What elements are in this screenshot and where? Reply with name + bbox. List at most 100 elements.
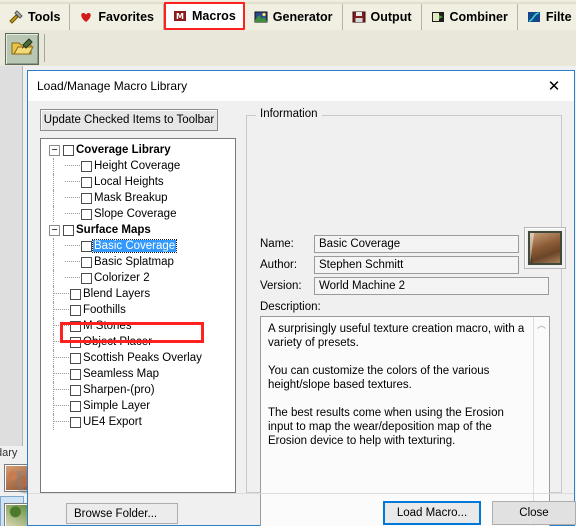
close-button[interactable]: Close	[492, 501, 576, 525]
menu-item-filter[interactable]: Filte	[517, 4, 576, 30]
svg-text:M: M	[176, 12, 184, 21]
tree-item-label: Object Placer	[83, 336, 153, 348]
menu-item-combiner[interactable]: Combiner	[421, 4, 518, 30]
tree-item[interactable]: Foothills	[41, 302, 235, 318]
tree-item-checkbox[interactable]	[70, 384, 81, 396]
tree-expander-icon[interactable]: −	[49, 145, 60, 156]
tree-item[interactable]: Seamless Map	[41, 366, 235, 382]
tree-item[interactable]: Basic Splatmap	[41, 254, 235, 270]
menu-item-generator[interactable]: Generator	[244, 4, 343, 30]
open-folder-pencil-icon	[10, 37, 34, 61]
tree-item-label: M Stones	[83, 320, 132, 332]
tree-item[interactable]: Colorizer 2	[41, 270, 235, 286]
tree-item[interactable]: Simple Layer	[41, 398, 235, 414]
information-legend: Information	[256, 108, 322, 120]
tree-item[interactable]: Scottish Peaks Overlay	[41, 350, 235, 366]
version-value-field[interactable]: World Machine 2	[314, 277, 549, 295]
tree-guide-line	[53, 174, 55, 190]
combiner-icon	[431, 10, 445, 24]
tree-guide-dots	[54, 405, 69, 407]
tree-guide-dots	[54, 293, 69, 295]
tree-item-checkbox[interactable]	[70, 400, 81, 412]
tree-item-label: Local Heights	[94, 176, 164, 188]
tree-item-checkbox[interactable]	[81, 240, 92, 252]
tree-guide-dots	[65, 181, 80, 183]
tree-item-label: Scottish Peaks Overlay	[83, 352, 202, 364]
tree-item[interactable]: Object Placer	[41, 334, 235, 350]
tree-item[interactable]: Local Heights	[41, 174, 235, 190]
tree-item-checkbox[interactable]	[70, 416, 81, 428]
tree-item[interactable]: M Stones	[41, 318, 235, 334]
tree-item-label: Simple Layer	[83, 400, 151, 412]
tree-item-label: Mask Breakup	[94, 192, 168, 204]
tree-item[interactable]: Basic Coverage	[41, 238, 235, 254]
tree-item-checkbox[interactable]	[81, 160, 92, 172]
menu-item-output[interactable]: Output	[342, 4, 422, 30]
tree-guide-dots	[65, 197, 80, 199]
open-macro-toolbar-button[interactable]	[5, 33, 39, 65]
floppy-disk-icon	[352, 10, 366, 24]
menu-item-generator-label: Generator	[272, 10, 333, 24]
macro-thumbnail-frame	[524, 227, 566, 269]
tree-item[interactable]: Mask Breakup	[41, 190, 235, 206]
dialog-separator	[28, 493, 574, 494]
tree-item-checkbox[interactable]	[70, 336, 81, 348]
tree-item-checkbox[interactable]	[70, 320, 81, 332]
tree-item-label: Slope Coverage	[94, 208, 177, 220]
app-menu-bar: Tools Favorites M Macros Generator Outpu…	[0, 0, 576, 31]
menu-item-favorites-label: Favorites	[98, 10, 154, 24]
heart-icon	[79, 10, 93, 24]
tree-item-checkbox[interactable]	[81, 192, 92, 204]
tree-item-checkbox[interactable]	[81, 176, 92, 188]
tree-item[interactable]: Sharpen-(pro)	[41, 382, 235, 398]
background-partial-label: dary	[0, 447, 18, 459]
description-text: A surprisingly useful texture creation m…	[268, 323, 525, 447]
tree-guide-dots	[54, 341, 69, 343]
name-value-field[interactable]: Basic Coverage	[314, 235, 519, 253]
menu-item-favorites[interactable]: Favorites	[70, 4, 164, 30]
tree-item-checkbox[interactable]	[70, 304, 81, 316]
tree-item-checkbox[interactable]	[81, 208, 92, 220]
tree-expander-icon[interactable]: −	[49, 225, 60, 236]
chevron-up-icon[interactable]: ︿	[534, 317, 549, 332]
tree-item-checkbox[interactable]	[81, 256, 92, 268]
tree-item[interactable]: Blend Layers	[41, 286, 235, 302]
menu-item-output-label: Output	[370, 10, 412, 24]
dialog-title: Load/Manage Macro Library	[37, 79, 188, 93]
tree-item-checkbox[interactable]	[81, 272, 92, 284]
load-macro-button[interactable]: Load Macro...	[383, 501, 481, 525]
macro-tree-panel[interactable]: − Coverage Library Height Coverage Local He…	[40, 138, 236, 493]
tree-item-checkbox[interactable]	[70, 352, 81, 364]
tree-item-checkbox[interactable]	[70, 368, 81, 380]
tree-guide-line	[53, 238, 55, 254]
tree-item-label: UE4 Export	[83, 416, 142, 428]
tree-guide-dots	[65, 213, 80, 215]
tree-item[interactable]: − Coverage Library	[41, 142, 235, 158]
menu-item-tools[interactable]: Tools	[0, 4, 71, 30]
tree-item-checkbox[interactable]	[63, 224, 74, 236]
description-scrollbar[interactable]: ︿ ﹀	[533, 317, 549, 526]
tree-guide-line	[53, 254, 55, 270]
tree-item[interactable]: Slope Coverage	[41, 206, 235, 222]
tree-guide-dots	[65, 165, 80, 167]
tree-guide-dots	[54, 357, 69, 359]
update-checked-items-button[interactable]: Update Checked Items to Toolbar	[40, 109, 218, 131]
generator-image-icon	[254, 10, 268, 24]
tree-item-label: Surface Maps	[76, 224, 151, 236]
tree-item-label: Colorizer 2	[94, 272, 150, 284]
macro-preview-thumbnail	[528, 231, 562, 265]
filter-curve-icon	[527, 10, 541, 24]
tree-guide-dots	[54, 373, 69, 375]
menu-item-macros[interactable]: M Macros	[164, 2, 245, 30]
tree-item[interactable]: UE4 Export	[41, 414, 235, 430]
tools-hammer-icon	[9, 10, 23, 24]
browse-folder-button[interactable]: Browse Folder...	[66, 503, 178, 524]
tree-item[interactable]: Height Coverage	[41, 158, 235, 174]
close-x-icon[interactable]: ✕	[534, 71, 574, 100]
tree-item[interactable]: − Surface Maps	[41, 222, 235, 238]
author-value-field[interactable]: Stephen Schmitt	[314, 256, 519, 274]
tree-item-checkbox[interactable]	[70, 288, 81, 300]
tree-item-label: Coverage Library	[76, 144, 171, 156]
tree-item-checkbox[interactable]	[63, 144, 74, 156]
menu-item-combiner-label: Combiner	[449, 10, 508, 24]
